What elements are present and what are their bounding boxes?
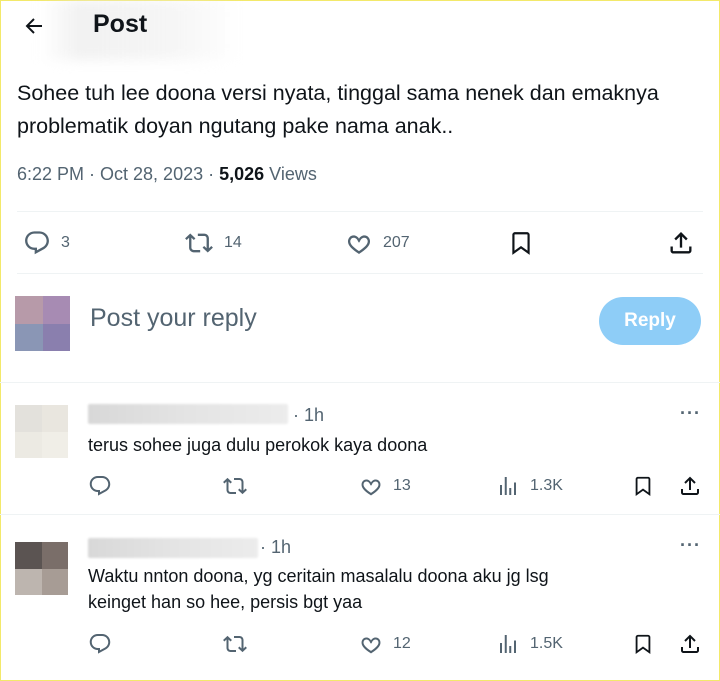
divider	[17, 211, 703, 212]
more-icon[interactable]: ···	[680, 535, 701, 556]
more-icon[interactable]: ···	[680, 403, 701, 424]
share-icon[interactable]	[678, 474, 702, 498]
like-icon	[347, 235, 371, 255]
share-icon[interactable]	[678, 632, 702, 656]
comment-text-line-2: keinget han so hee, persis bgt yaa	[88, 592, 363, 612]
bookmark-icon[interactable]	[632, 474, 654, 498]
repost-icon	[223, 635, 247, 653]
reply-action[interactable]	[88, 632, 112, 656]
avatar	[15, 296, 70, 351]
reply-icon	[89, 476, 111, 496]
views-count: 1.5K	[530, 635, 563, 652]
post-timestamp[interactable]: 6:22 PM · Oct 28, 2023 ·	[17, 164, 219, 184]
blurred-username[interactable]	[88, 538, 258, 558]
reply-action[interactable]: 3	[23, 229, 70, 257]
comment-time[interactable]: · 1h	[260, 537, 291, 558]
avatar[interactable]	[15, 405, 68, 458]
views-icon	[500, 635, 516, 653]
post-meta: 6:22 PM · Oct 28, 2023 · 5,026 Views	[17, 164, 317, 185]
reply-icon	[89, 634, 111, 654]
post-text: Sohee tuh lee doona versi nyata, tinggal…	[17, 81, 659, 138]
bookmark-icon[interactable]	[508, 229, 534, 257]
views-label: Views	[264, 164, 317, 184]
like-icon	[361, 479, 381, 496]
like-action[interactable]: 207	[345, 229, 410, 257]
views-icon	[500, 477, 516, 495]
divider	[0, 382, 720, 383]
views-action[interactable]: 1.3K	[496, 474, 563, 498]
like-count: 13	[393, 477, 411, 494]
reply-input[interactable]: Post your reply	[90, 304, 257, 333]
reply-button[interactable]: Reply	[599, 297, 701, 345]
avatar[interactable]	[15, 542, 68, 595]
repost-count: 14	[224, 234, 242, 251]
bookmark-icon[interactable]	[632, 632, 654, 656]
repost-icon	[223, 477, 247, 495]
blurred-username[interactable]	[88, 404, 288, 424]
like-action[interactable]: 12	[359, 632, 411, 656]
repost-action[interactable]	[222, 632, 248, 656]
divider	[0, 514, 720, 515]
page-title: Post	[93, 10, 148, 38]
share-icon[interactable]	[667, 229, 695, 257]
views-count: 1.3K	[530, 477, 563, 494]
comment-time[interactable]: · 1h	[293, 405, 324, 426]
like-action[interactable]: 13	[359, 474, 411, 498]
comment-text: terus sohee juga dulu perokok kaya doona	[88, 435, 428, 455]
comment-text-line-1: Waktu nnton doona, yg ceritain masalalu …	[88, 566, 549, 586]
like-count: 207	[383, 234, 410, 251]
repost-icon	[185, 233, 213, 253]
like-count: 12	[393, 635, 411, 652]
repost-action[interactable]	[222, 474, 248, 498]
views-action[interactable]: 1.5K	[496, 632, 563, 656]
divider	[17, 273, 703, 274]
reply-action[interactable]	[88, 474, 112, 498]
views-count: 5,026	[219, 164, 265, 184]
reply-count: 3	[61, 234, 70, 251]
repost-action[interactable]: 14	[184, 229, 242, 257]
back-arrow-icon[interactable]	[14, 8, 54, 44]
reply-icon	[25, 231, 49, 255]
like-icon	[361, 637, 381, 654]
header: Post	[0, 0, 720, 60]
